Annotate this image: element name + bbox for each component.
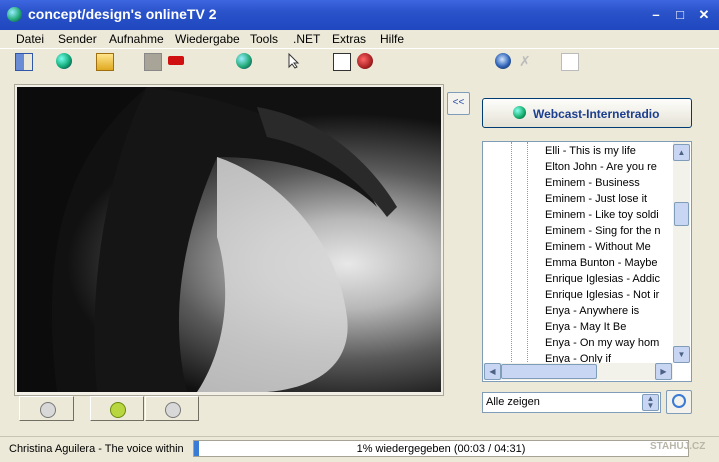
list-item[interactable]: Elli - This is my life bbox=[545, 145, 677, 161]
menu-tools[interactable]: Tools bbox=[250, 32, 278, 46]
stop-record-icon[interactable] bbox=[144, 53, 162, 71]
screenshot-icon[interactable] bbox=[333, 53, 351, 71]
exit-icon[interactable] bbox=[15, 53, 33, 71]
list-item[interactable]: Enya - On my way hom bbox=[545, 337, 677, 353]
menu-datei[interactable]: Datei bbox=[16, 32, 44, 46]
globe-icon bbox=[513, 106, 526, 119]
toolbar: ✗ bbox=[0, 49, 719, 75]
menu-bar: Datei Sender Aufnahme Wiedergabe Tools .… bbox=[0, 30, 719, 49]
filter-select[interactable]: Alle zeigen ▲ ▼ bbox=[482, 392, 661, 413]
cursor-icon[interactable] bbox=[286, 52, 302, 69]
horizontal-scroll-thumb[interactable] bbox=[501, 364, 597, 379]
menu-net[interactable]: .NET bbox=[293, 32, 320, 46]
playback-progress: 1% wiedergegeben (00:03 / 04:31) bbox=[193, 440, 689, 457]
list-item[interactable]: Eminem - Business bbox=[545, 177, 677, 193]
updown-icon[interactable]: ▲ ▼ bbox=[642, 394, 659, 411]
volume-button[interactable] bbox=[19, 396, 74, 421]
pause-icon bbox=[110, 401, 126, 418]
scroll-thumb[interactable] bbox=[674, 202, 689, 226]
tree-guide-line bbox=[527, 142, 529, 362]
page-icon[interactable] bbox=[561, 53, 579, 71]
menu-wiedergabe[interactable]: Wiedergabe bbox=[175, 32, 240, 46]
stop-icon bbox=[165, 401, 181, 418]
app-icon[interactable] bbox=[7, 7, 22, 22]
menu-hilfe[interactable]: Hilfe bbox=[380, 32, 404, 46]
progress-text: 1% wiedergegeben (00:03 / 04:31) bbox=[356, 443, 526, 455]
list-item[interactable]: Eminem - Sing for the n bbox=[545, 225, 677, 241]
menu-extras[interactable]: Extras bbox=[332, 32, 366, 46]
filter-select-value: Alle zeigen bbox=[486, 396, 540, 408]
webcast-radio-button[interactable]: Webcast-Internetradio bbox=[482, 98, 692, 128]
list-item[interactable]: Eminem - Like toy soldi bbox=[545, 209, 677, 225]
list-item[interactable]: Elton John - Are you re bbox=[545, 161, 677, 177]
mute-mic-icon[interactable]: ✗ bbox=[519, 53, 535, 69]
collapse-panel-button[interactable]: << bbox=[447, 92, 470, 115]
search-button[interactable] bbox=[666, 390, 692, 414]
scroll-down-icon[interactable]: ▼ bbox=[673, 346, 690, 363]
close-button[interactable]: ✕ bbox=[694, 6, 714, 24]
watermark: STAHUJ.CZ bbox=[650, 441, 706, 452]
status-bar: Christina Aguilera - The voice within 1%… bbox=[0, 436, 719, 462]
webcast-radio-label: Webcast-Internetradio bbox=[533, 107, 660, 121]
list-item[interactable]: Eminem - Just lose it bbox=[545, 193, 677, 209]
list-item[interactable]: Enrique Iglesias - Addic bbox=[545, 273, 677, 289]
channel-globe-icon[interactable] bbox=[236, 53, 252, 69]
horizontal-scrollbar[interactable]: ◀ ▶ bbox=[483, 363, 673, 380]
menu-sender[interactable]: Sender bbox=[58, 32, 97, 46]
maximize-button[interactable]: □ bbox=[670, 6, 690, 24]
search-icon bbox=[672, 394, 686, 408]
station-tree[interactable]: Elli - This is my life Elton John - Are … bbox=[482, 141, 692, 382]
video-display[interactable] bbox=[17, 87, 441, 392]
title-bar[interactable]: concept/design's onlineTV 2 – □ ✕ bbox=[0, 0, 719, 30]
list-item[interactable]: Emma Bunton - Maybe bbox=[545, 257, 677, 273]
app-window: concept/design's onlineTV 2 – □ ✕ Datei … bbox=[0, 0, 719, 461]
playback-controls bbox=[17, 395, 445, 422]
video-image bbox=[17, 87, 397, 392]
webcam-icon[interactable] bbox=[495, 53, 511, 69]
vertical-scrollbar[interactable]: ▲ ▼ bbox=[673, 142, 690, 363]
folder-icon[interactable] bbox=[96, 53, 114, 71]
settings-icon[interactable] bbox=[357, 53, 373, 69]
now-playing: Christina Aguilera - The voice within bbox=[9, 443, 184, 455]
globe-icon[interactable] bbox=[56, 53, 72, 69]
stop-button[interactable] bbox=[145, 396, 199, 421]
list-item[interactable]: Eminem - Without Me bbox=[545, 241, 677, 257]
scroll-right-icon[interactable]: ▶ bbox=[655, 363, 672, 380]
list-item[interactable]: Enya - Anywhere is bbox=[545, 305, 677, 321]
minimize-button[interactable]: – bbox=[646, 6, 666, 24]
window-title: concept/design's onlineTV 2 bbox=[28, 6, 217, 22]
list-item[interactable]: Enrique Iglesias - Not ir bbox=[545, 289, 677, 305]
list-item[interactable]: Enya - Only if bbox=[545, 353, 677, 363]
list-item[interactable]: Enya - May It Be bbox=[545, 321, 677, 337]
scroll-up-icon[interactable]: ▲ bbox=[673, 144, 690, 161]
menu-aufnahme[interactable]: Aufnahme bbox=[109, 32, 164, 46]
record-icon[interactable] bbox=[168, 56, 184, 65]
speaker-icon bbox=[39, 401, 56, 418]
scroll-left-icon[interactable]: ◀ bbox=[484, 363, 501, 380]
pause-button[interactable] bbox=[90, 396, 144, 421]
